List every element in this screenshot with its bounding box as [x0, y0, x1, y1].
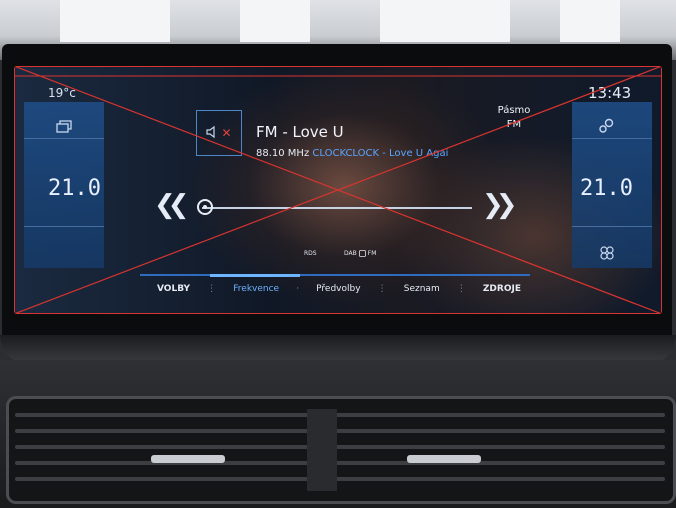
band-label: Pásmo	[497, 105, 531, 116]
menu-item-zdroje[interactable]: ZDROJE	[480, 284, 524, 294]
menu-separator: ⋮	[456, 284, 466, 294]
fan-icon[interactable]	[600, 246, 614, 264]
dab-fm-toggle[interactable]: DAB FM	[344, 250, 376, 257]
frequency-value: 88.10 MHz	[256, 148, 310, 159]
link-icon	[358, 250, 366, 257]
bottom-menu: VOLBY ⋮ Frekvence · Předvolby ⋮ Seznam ⋮…	[154, 280, 524, 298]
double-chevron-right-icon[interactable]: ❯❯	[482, 190, 517, 220]
band-value: FM	[506, 119, 522, 130]
mute-x-icon: ✕	[221, 126, 232, 140]
menu-item-predvolby[interactable]: Předvolby	[313, 284, 363, 294]
clock: 13:43	[588, 84, 632, 102]
menu-active-indicator	[210, 274, 300, 277]
menu-separator: ·	[296, 284, 300, 294]
station-title: FM - Love U	[256, 123, 344, 141]
vent-knob-left[interactable]	[151, 455, 225, 463]
menu-item-seznam[interactable]: Seznam	[401, 284, 443, 294]
left-temperature[interactable]: 21.0	[48, 176, 101, 201]
menu-separator: ⋮	[377, 284, 387, 294]
right-temperature[interactable]: 21.0	[580, 176, 633, 201]
frequency-line: 88.10 MHz CLOCKCLOCK - Love U Agai	[256, 148, 448, 159]
dab-label: DAB	[344, 250, 357, 257]
menu-separator: ⋮	[207, 284, 217, 294]
menu-divider	[140, 274, 530, 276]
air-vent	[6, 396, 676, 504]
double-chevron-left-icon[interactable]: ❮❮	[154, 190, 189, 220]
dab-fm-label: FM	[367, 250, 377, 257]
mute-button[interactable]: ✕	[196, 110, 242, 156]
layers-icon[interactable]	[56, 120, 72, 138]
vent-knob-right[interactable]	[407, 455, 481, 463]
screen-frame	[14, 66, 662, 314]
red-cross-overlay	[14, 66, 662, 314]
settings-gears-icon[interactable]	[598, 118, 616, 138]
menu-item-frekvence[interactable]: Frekvence	[230, 284, 282, 294]
radio-text: CLOCKCLOCK - Love U Agai	[312, 148, 449, 159]
frequency-slider-track[interactable]	[202, 207, 472, 209]
band-selector[interactable]: Pásmo FM	[484, 104, 544, 132]
frequency-slider-knob[interactable]	[197, 199, 213, 215]
menu-item-volby[interactable]: VOLBY	[154, 284, 193, 294]
infotainment-screen: 19°c 13:43 21.0 21.0 ✕ FM - Love U 88.10…	[14, 66, 662, 314]
mute-speaker-icon	[206, 123, 220, 144]
outside-temperature: 19°c	[48, 86, 76, 100]
rds-label[interactable]: RDS	[304, 250, 317, 257]
